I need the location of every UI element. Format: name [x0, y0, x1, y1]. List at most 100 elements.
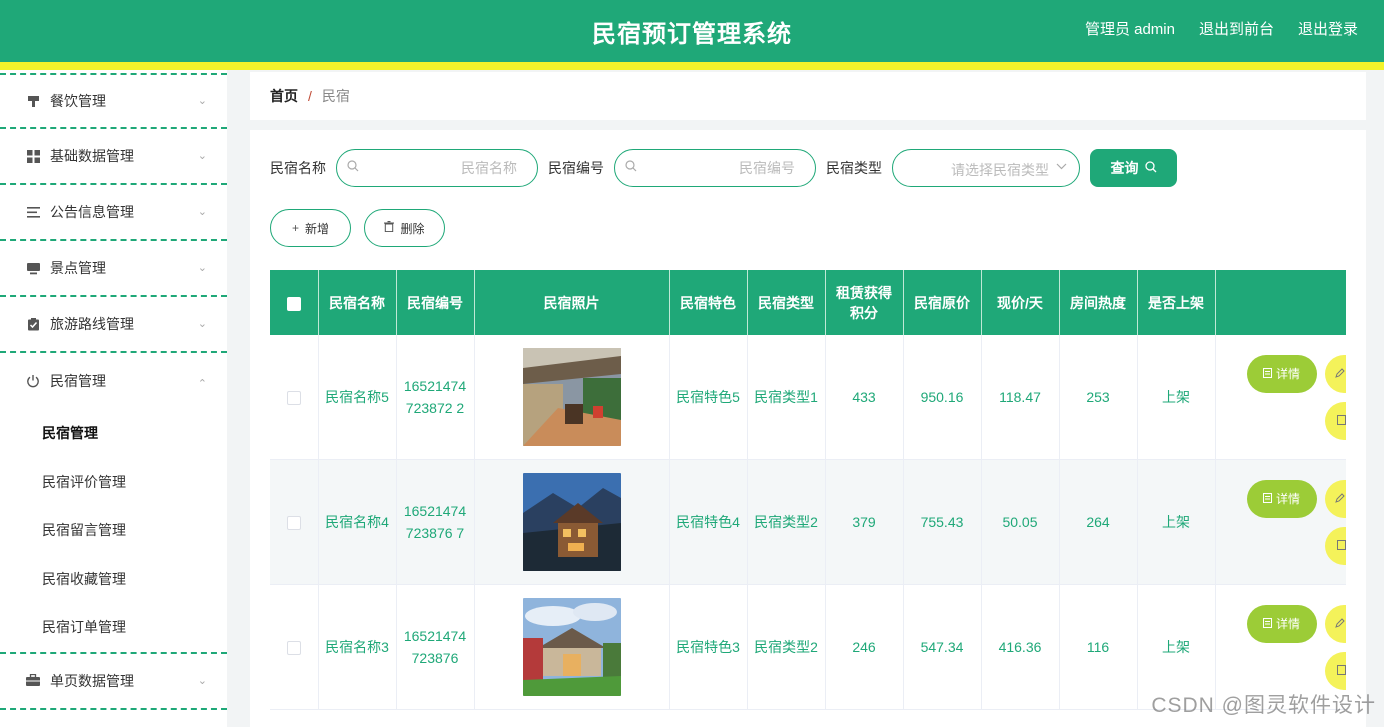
edit-icon	[1334, 363, 1345, 385]
name-search-box	[336, 149, 538, 187]
sidebar-item-label: 旅游路线管理	[50, 316, 134, 332]
monitor-icon	[26, 261, 40, 275]
select-all-cell[interactable]	[270, 270, 319, 335]
column-header-actions	[1215, 270, 1346, 335]
cell-status: 上架	[1137, 459, 1216, 585]
row-delete-button[interactable]	[1324, 402, 1346, 440]
column-header: 租赁获得积分	[825, 270, 904, 335]
edit-icon	[1334, 488, 1345, 510]
power-icon	[26, 374, 40, 388]
row-checkbox[interactable]	[286, 641, 301, 656]
column-header: 房间热度	[1059, 270, 1138, 335]
cell-type: 民宿类型2	[747, 459, 826, 585]
add-button-label: 新增	[305, 221, 330, 236]
cell-name: 民宿名称3	[318, 584, 397, 710]
sidebar-item-notice[interactable]: 公告信息管理 ⌄	[0, 185, 227, 241]
row-select-cell	[270, 335, 319, 460]
homestay-photo	[522, 473, 621, 571]
trash-icon	[1336, 410, 1346, 432]
breadcrumb-separator: /	[308, 88, 312, 104]
list-icon	[26, 205, 40, 219]
sidebar-item-single-page[interactable]: 单页数据管理 ⌄	[0, 654, 227, 710]
detail-button[interactable]: 详情	[1246, 355, 1317, 393]
code-search-box	[614, 149, 816, 187]
row-checkbox[interactable]	[286, 391, 301, 406]
cell-type: 民宿类型2	[747, 584, 826, 710]
table-row: 民宿名称5 16521474723872 2 民宿特色5 民宿类型1 433 9…	[270, 335, 1346, 460]
document-icon	[1262, 363, 1272, 385]
search-icon	[1144, 160, 1157, 176]
sidebar-item-label: 单页数据管理	[50, 672, 134, 689]
cell-heat: 116	[1059, 584, 1138, 710]
table-row: 民宿名称4 16521474723876 7 民宿特色4 民宿类型2 379 7…	[270, 459, 1346, 585]
row-select-cell	[270, 584, 319, 710]
cell-photo	[474, 459, 670, 585]
query-button[interactable]: 查询	[1090, 149, 1177, 187]
cell-actions: 详情	[1215, 335, 1346, 460]
row-delete-button[interactable]	[1324, 527, 1346, 565]
cell-name: 民宿名称5	[318, 335, 397, 460]
code-search-input[interactable]	[645, 150, 795, 186]
sub-item-homestay[interactable]: 民宿管理	[0, 409, 227, 458]
cell-code: 16521474723876	[396, 584, 475, 710]
column-header: 民宿原价	[903, 270, 982, 335]
header-actions: 管理员 admin 退出到前台 退出登录	[1085, 18, 1358, 39]
sidebar-item-catering[interactable]: 餐饮管理 ⌄	[0, 73, 227, 129]
detail-button[interactable]: 详情	[1246, 480, 1317, 518]
edit-button[interactable]	[1324, 605, 1346, 643]
delete-button[interactable]: 删除	[364, 209, 445, 247]
detail-button-label: 详情	[1275, 367, 1300, 381]
document-icon	[1262, 488, 1272, 510]
front-page-link[interactable]: 退出到前台	[1199, 18, 1274, 39]
grid-icon	[26, 149, 40, 163]
header-accent-bar	[0, 62, 1384, 70]
sidebar-item-route[interactable]: 旅游路线管理 ⌄	[0, 297, 227, 353]
edit-button[interactable]	[1324, 355, 1346, 393]
chevron-down-icon: ⌄	[197, 261, 207, 274]
breadcrumb-home[interactable]: 首页	[270, 86, 298, 106]
sub-item-review[interactable]: 民宿评价管理	[0, 458, 227, 507]
cell-photo	[474, 584, 670, 710]
row-select-cell	[270, 459, 319, 585]
cell-current-price: 416.36	[981, 584, 1060, 710]
type-select[interactable]: 请选择民宿类型	[892, 149, 1080, 187]
search-icon	[347, 160, 359, 175]
sidebar-item-label: 景点管理	[50, 260, 106, 276]
cell-points: 433	[825, 335, 904, 460]
edit-button[interactable]	[1324, 480, 1346, 518]
add-button[interactable]: + 新增	[270, 209, 351, 247]
column-header: 民宿特色	[669, 270, 748, 335]
sidebar-item-homestay[interactable]: 民宿管理 ⌃	[0, 353, 227, 409]
homestay-photo	[522, 348, 621, 446]
cell-heat: 264	[1059, 459, 1138, 585]
name-search-label: 民宿名称	[270, 160, 326, 176]
sidebar-item-basic-data[interactable]: 基础数据管理 ⌄	[0, 129, 227, 185]
top-header: 民宿预订管理系统 管理员 admin 退出到前台 退出登录	[0, 0, 1384, 62]
admin-user-link[interactable]: 管理员 admin	[1085, 18, 1175, 39]
row-delete-button[interactable]	[1324, 652, 1346, 690]
edit-icon	[1334, 613, 1345, 635]
name-search-input[interactable]	[367, 150, 517, 186]
code-search-label: 民宿编号	[548, 160, 604, 176]
sub-item-order[interactable]: 民宿订单管理	[0, 603, 227, 652]
detail-button[interactable]: 详情	[1246, 605, 1317, 643]
column-header: 民宿照片	[474, 270, 670, 335]
logout-link[interactable]: 退出登录	[1298, 18, 1358, 39]
homestay-photo	[522, 598, 621, 696]
sub-item-favorite[interactable]: 民宿收藏管理	[0, 555, 227, 604]
chevron-down-icon: ⌄	[197, 205, 207, 218]
chevron-down-icon: ⌄	[197, 94, 207, 107]
clipboard-check-icon	[26, 317, 40, 331]
sidebar-item-scenic[interactable]: 景点管理 ⌄	[0, 241, 227, 297]
sidebar: 餐饮管理 ⌄ 基础数据管理 ⌄ 公告信息管理 ⌄ 景点管理 ⌄ 旅游路线管理 ⌄…	[0, 70, 227, 727]
cell-name: 民宿名称4	[318, 459, 397, 585]
document-icon	[1262, 613, 1272, 635]
row-checkbox[interactable]	[286, 516, 301, 531]
cell-feature: 民宿特色3	[669, 584, 748, 710]
cell-code: 16521474723876 7	[396, 459, 475, 585]
cell-original-price: 755.43	[903, 459, 982, 585]
sub-item-message[interactable]: 民宿留言管理	[0, 506, 227, 555]
select-all-checkbox[interactable]	[286, 296, 301, 311]
plus-icon: +	[291, 221, 299, 235]
sidebar-item-label: 民宿管理	[50, 373, 106, 389]
